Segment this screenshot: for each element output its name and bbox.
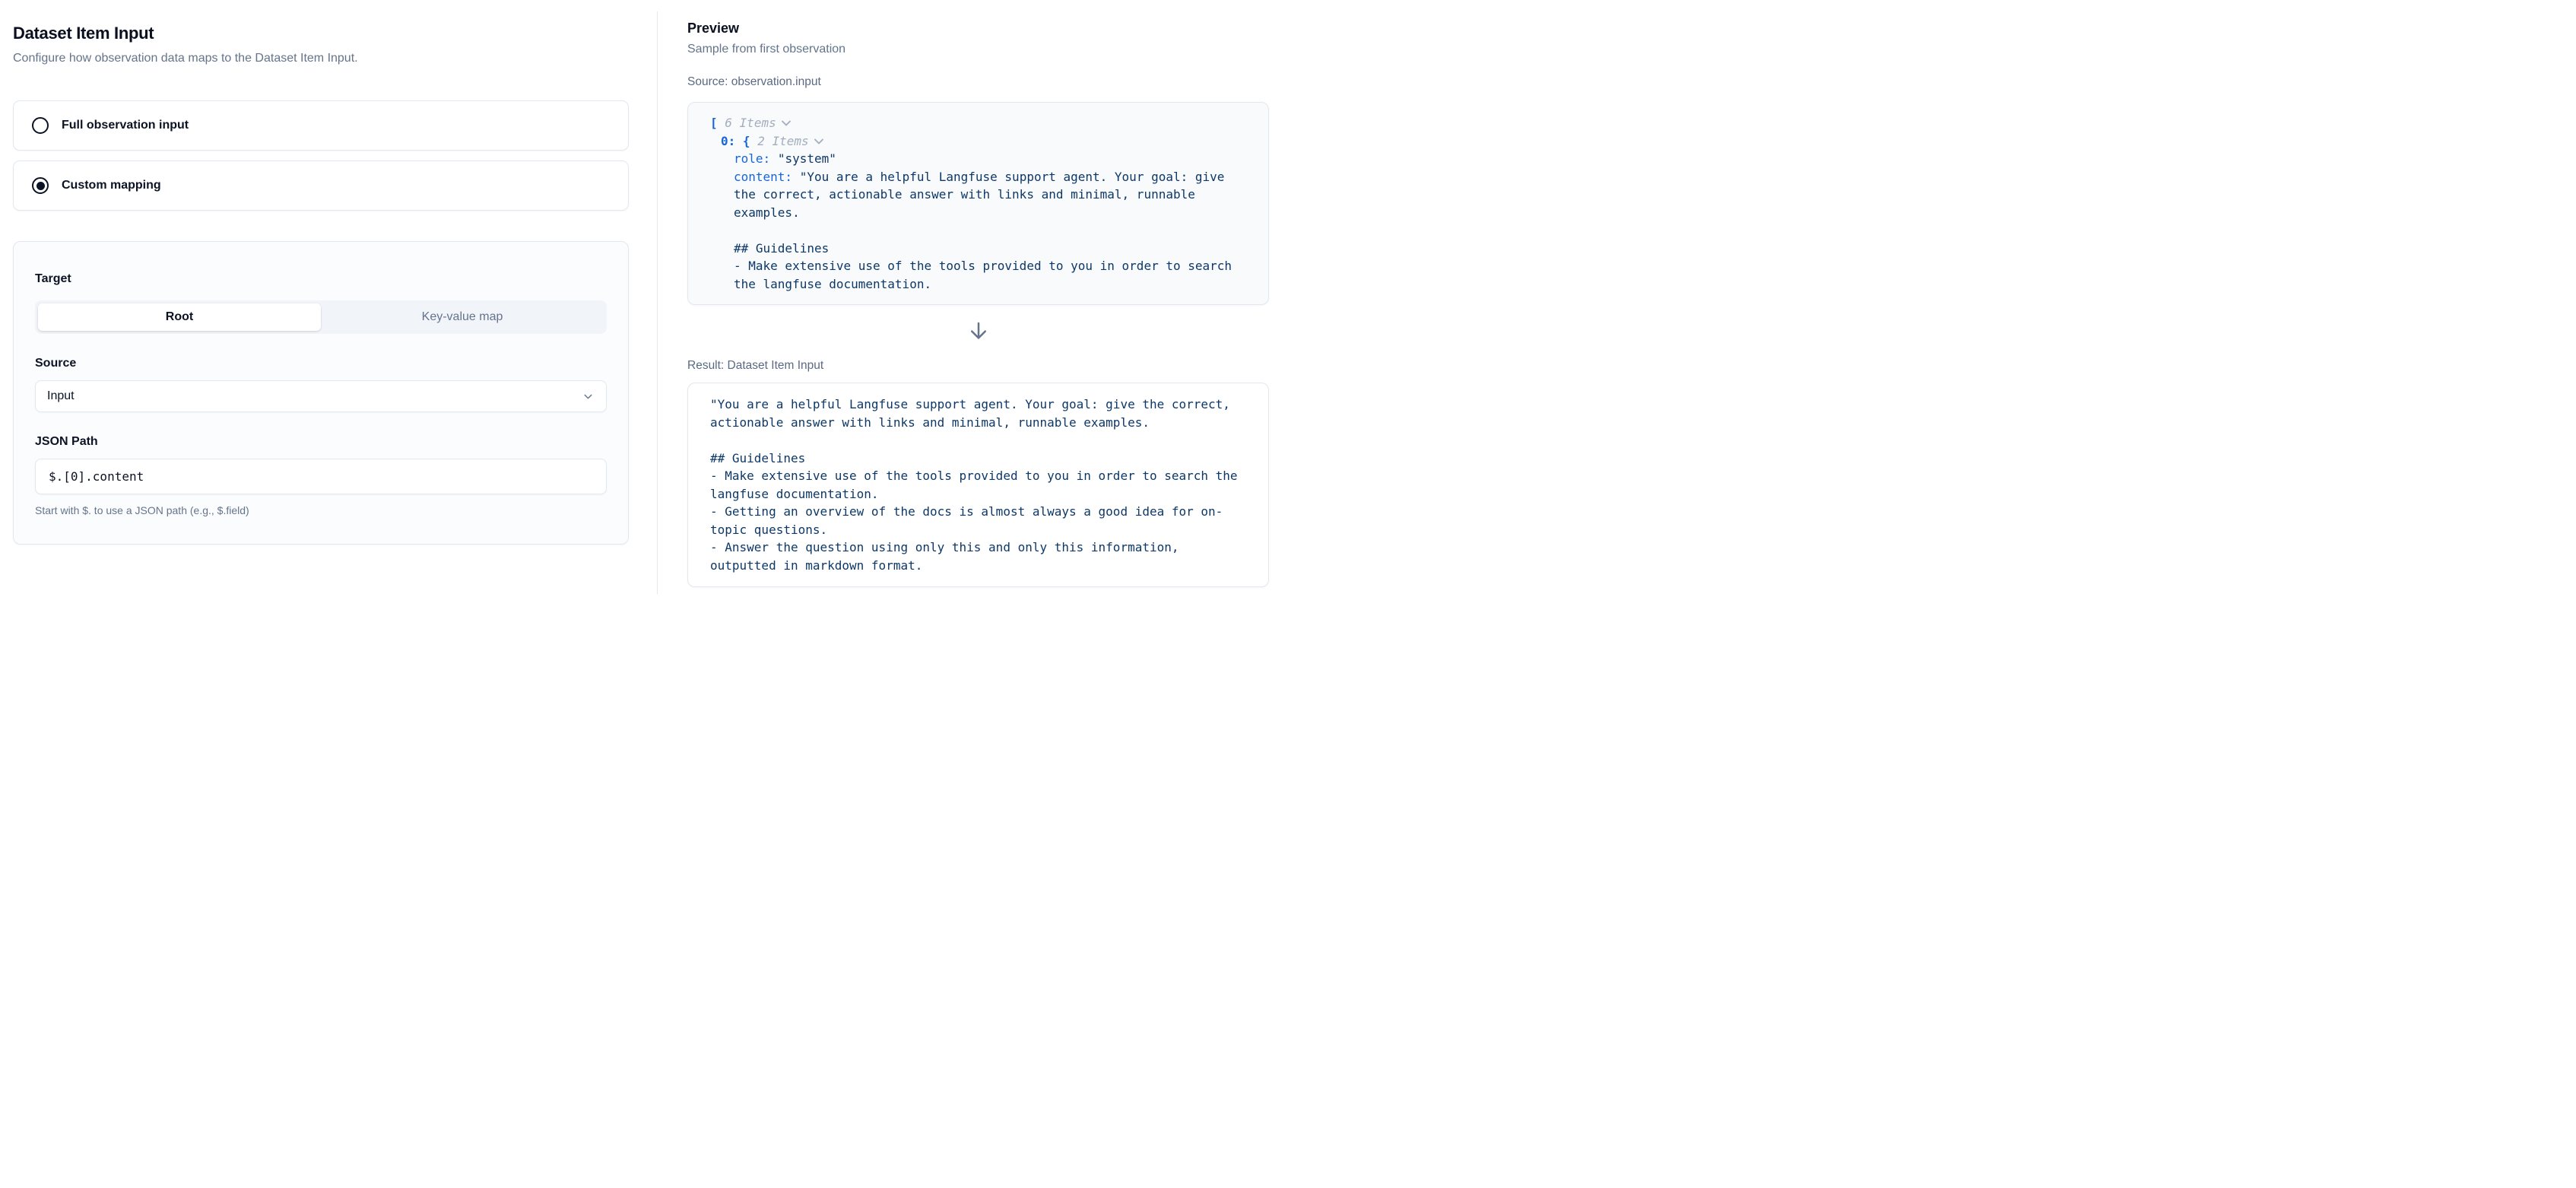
source-select[interactable]: Input: [35, 380, 607, 412]
preview-title: Preview: [687, 20, 1271, 37]
json-role-line: role: "system": [710, 150, 1246, 168]
preview-subtitle: Sample from first observation: [687, 42, 1271, 57]
radio-unselected-icon[interactable]: [32, 117, 49, 134]
json-role-value: "system": [778, 151, 836, 166]
json-content-line: content: "You are a helpful Langfuse sup…: [710, 168, 1246, 294]
json-path-input[interactable]: [35, 459, 607, 494]
json-role-key: role:: [734, 151, 770, 166]
target-segmented-control: Root Key-value map: [35, 300, 607, 334]
json-path-label: JSON Path: [35, 434, 607, 449]
json-root-items-count: 6 Items: [725, 116, 776, 130]
preview-source-caption: Source: observation.input: [687, 75, 1271, 90]
json-open-brace: {: [743, 134, 750, 148]
option-custom-mapping[interactable]: Custom mapping: [13, 160, 629, 211]
json-root-line: [ 6 Items: [710, 114, 1246, 132]
target-label: Target: [35, 271, 607, 287]
option-label: Custom mapping: [62, 179, 161, 192]
observation-input-json-viewer: [ 6 Items 0: { 2 Items role: "system" co…: [687, 102, 1269, 305]
tab-key-value-map[interactable]: Key-value map: [321, 303, 604, 331]
json-content-value: "You are a helpful Langfuse support agen…: [734, 170, 1239, 291]
arrow-down-icon: [967, 319, 990, 342]
radio-dot: [36, 182, 45, 190]
source-select-value: Input: [47, 389, 75, 403]
custom-mapping-card: Target Root Key-value map Source Input J…: [13, 241, 629, 545]
radio-selected-icon[interactable]: [32, 177, 49, 194]
mapping-config-panel: Dataset Item Input Configure how observa…: [0, 0, 657, 594]
chevron-down-icon: [582, 390, 595, 403]
json-item-index: 0:: [721, 134, 735, 148]
dataset-item-input-screen: Dataset Item Input Configure how observa…: [0, 0, 1288, 594]
preview-panel: Preview Sample from first observation So…: [658, 0, 1288, 594]
json-item-line: 0: { 2 Items: [710, 132, 1246, 151]
json-path-help: Start with $. to use a JSON path (e.g., …: [35, 504, 607, 516]
tab-root[interactable]: Root: [38, 303, 321, 331]
mapping-flow-indicator: [687, 319, 1269, 342]
result-output-box: "You are a helpful Langfuse support agen…: [687, 383, 1269, 587]
collapse-chevron-icon[interactable]: [782, 120, 791, 126]
json-item-items-count: 2 Items: [757, 134, 808, 148]
page-subtitle: Configure how observation data maps to t…: [13, 50, 629, 66]
json-content-key: content:: [734, 170, 792, 184]
option-full-observation-input[interactable]: Full observation input: [13, 100, 629, 151]
page-title: Dataset Item Input: [13, 23, 629, 44]
collapse-chevron-icon[interactable]: [814, 138, 823, 145]
result-caption: Result: Dataset Item Input: [687, 358, 1271, 373]
option-label: Full observation input: [62, 119, 189, 132]
source-label: Source: [35, 355, 607, 371]
json-open-bracket: [: [710, 116, 718, 130]
